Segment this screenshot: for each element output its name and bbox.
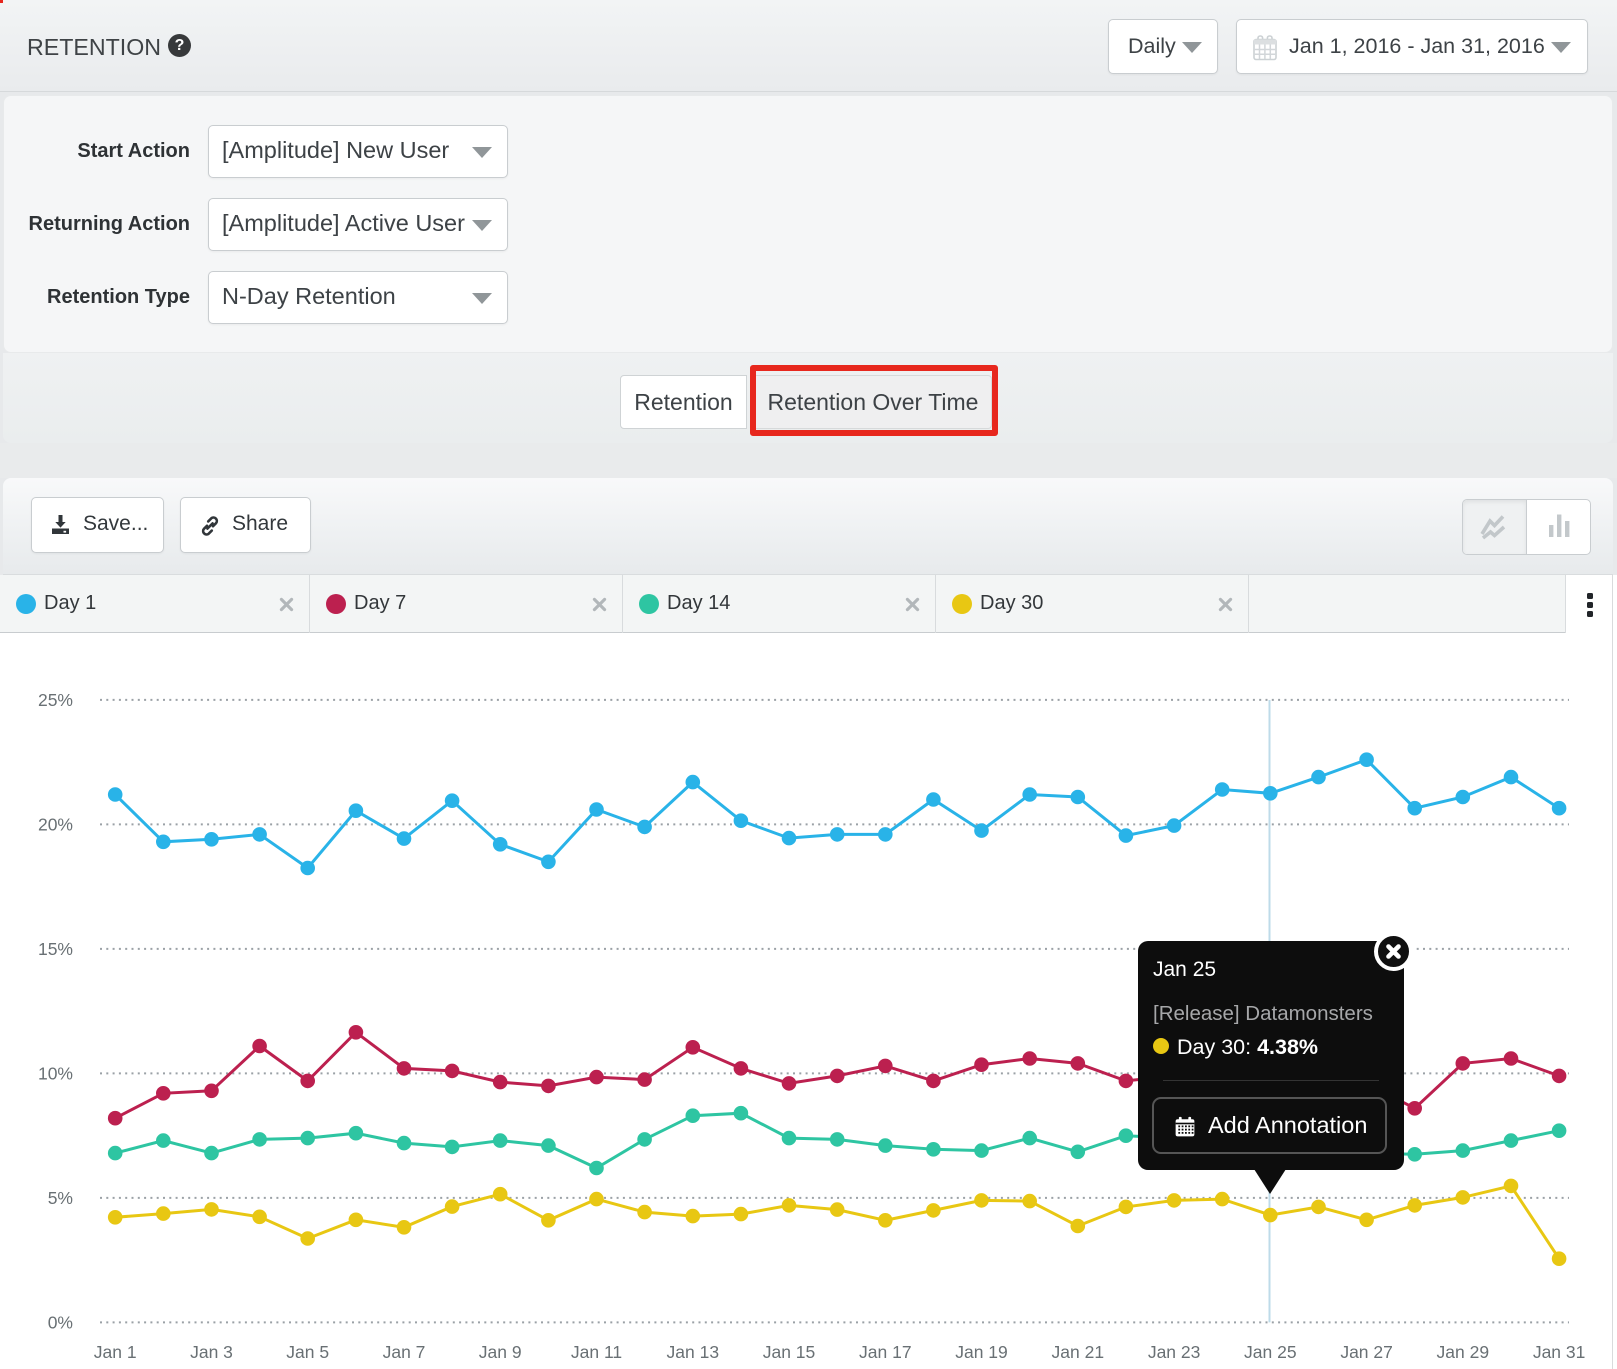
svg-text:0%: 0% — [48, 1312, 73, 1332]
svg-text:Jan 19: Jan 19 — [955, 1342, 1008, 1362]
svg-text:Jan 11: Jan 11 — [571, 1342, 622, 1362]
svg-text:Jan 9: Jan 9 — [479, 1342, 522, 1362]
svg-text:15%: 15% — [38, 939, 73, 959]
svg-text:Jan 27: Jan 27 — [1340, 1342, 1393, 1362]
svg-text:Jan 13: Jan 13 — [667, 1342, 720, 1362]
svg-text:Jan 21: Jan 21 — [1052, 1342, 1105, 1362]
svg-text:Jan 17: Jan 17 — [859, 1342, 912, 1362]
svg-text:25%: 25% — [38, 690, 73, 710]
svg-text:Jan 1: Jan 1 — [94, 1342, 137, 1362]
svg-text:Jan 25: Jan 25 — [1244, 1342, 1297, 1362]
svg-text:Jan 7: Jan 7 — [383, 1342, 426, 1362]
svg-text:10%: 10% — [38, 1063, 73, 1083]
svg-text:Jan 3: Jan 3 — [190, 1342, 233, 1362]
svg-text:20%: 20% — [38, 814, 73, 834]
svg-text:Jan 31: Jan 31 — [1533, 1342, 1586, 1362]
svg-text:5%: 5% — [48, 1188, 73, 1208]
svg-text:Jan 29: Jan 29 — [1437, 1342, 1490, 1362]
svg-text:Jan 23: Jan 23 — [1148, 1342, 1201, 1362]
svg-text:Jan 5: Jan 5 — [286, 1342, 329, 1362]
svg-text:Jan 15: Jan 15 — [763, 1342, 816, 1362]
